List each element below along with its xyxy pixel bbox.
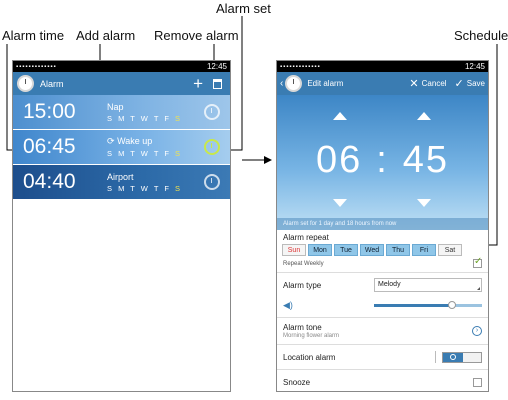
day-thu[interactable]: Thu [386, 244, 410, 256]
alarm-tone-value: Morning flower alarm [283, 333, 340, 339]
close-icon: ✕ [409, 78, 419, 90]
app-title: Alarm [40, 78, 64, 89]
status-time: 12:45 [206, 62, 227, 71]
snooze-checkbox[interactable] [473, 377, 482, 387]
callout-remove-alarm: Remove alarm [154, 28, 239, 43]
alarm-set-note: Alarm set for 1 day and 18 hours from no… [277, 218, 488, 230]
time-picker: 06:45 Alarm set for 1 day and 18 hours f… [277, 95, 488, 230]
location-toggle[interactable] [442, 351, 482, 363]
alarm-item-wake-up[interactable]: 06:45 ⟳ Wake up S M T W T F S [13, 130, 230, 165]
volume-slider[interactable] [374, 300, 482, 309]
edit-title: Edit alarm [307, 79, 344, 88]
snooze-label: Snooze [283, 377, 311, 387]
alarm-item-nap[interactable]: 15:00 Nap S M T W T F S [13, 95, 230, 130]
day-selector: Sun Mon Tue Wed Thu Fri Sat [277, 244, 488, 256]
hour-value[interactable]: 06 [316, 139, 362, 181]
hour-up-arrow-icon[interactable] [333, 112, 347, 120]
alarm-tone-label: Alarm tone [283, 323, 322, 332]
repeat-weekly-checkbox[interactable] [473, 256, 482, 268]
alarm-days: S M T W T F S [107, 183, 183, 193]
toggle-off [463, 352, 481, 362]
location-alarm-label: Location alarm [283, 352, 336, 362]
alarm-time[interactable]: 04:40 [23, 170, 107, 194]
status-bar: ▪▪▪▪▪▪▪▪▪▪▪▪▪ 12:45 [277, 61, 488, 72]
hour-down-arrow-icon[interactable] [333, 199, 347, 207]
alarm-set-icon[interactable] [204, 139, 220, 155]
repeat-weekly-label: Repeat Weekly [283, 260, 324, 267]
callout-alarm-time: Alarm time [2, 28, 65, 43]
repeat-icon: ⟳ [107, 136, 115, 146]
alarm-name: ⟳ Wake up [107, 136, 153, 146]
day-fri[interactable]: Fri [412, 244, 436, 256]
minute-up-arrow-icon[interactable] [417, 112, 431, 120]
alarm-clock-icon [17, 75, 34, 92]
day-mon[interactable]: Mon [308, 244, 332, 256]
toggle-ring-icon [450, 354, 456, 360]
notification-icons: ▪▪▪▪▪▪▪▪▪▪▪▪▪ [16, 63, 57, 70]
volume-fill [374, 303, 452, 307]
alarm-clock-icon [285, 75, 303, 92]
cancel-button[interactable]: ✕ Cancel [409, 77, 446, 90]
edit-app-bar: ‹ Edit alarm ✕ Cancel ✓ Save [277, 72, 488, 95]
chevron-right-icon[interactable]: › [472, 326, 482, 336]
alarm-type-select[interactable]: Melody [374, 278, 482, 292]
alarm-days: S M T W T F S [107, 113, 183, 123]
alarm-toggle-icon[interactable] [204, 174, 220, 190]
alarm-days: S M T W T F S [107, 149, 183, 158]
snooze-row: Snooze [277, 370, 488, 391]
trash-icon[interactable] [213, 78, 222, 89]
back-icon[interactable]: ‹ [280, 78, 283, 89]
speaker-icon: ◀) [283, 299, 293, 310]
volume-knob[interactable] [447, 300, 456, 309]
alarm-tone-row[interactable]: Alarm tone Morning flower alarm › [277, 318, 488, 344]
day-wed[interactable]: Wed [360, 244, 384, 256]
day-tue[interactable]: Tue [334, 244, 358, 256]
minute-value[interactable]: 45 [403, 139, 449, 181]
separator [435, 351, 436, 363]
alarm-app-bar: Alarm + [13, 72, 230, 95]
alarm-toggle-icon[interactable] [204, 104, 220, 120]
day-sat[interactable]: Sat [438, 244, 462, 256]
alarm-list-screen: ▪▪▪▪▪▪▪▪▪▪▪▪▪ 12:45 Alarm + 15:00 Nap S … [12, 60, 231, 392]
repeat-weekly-row: Repeat Weekly [277, 256, 488, 268]
check-icon: ✓ [454, 78, 464, 90]
status-bar: ▪▪▪▪▪▪▪▪▪▪▪▪▪ 12:45 [13, 61, 230, 72]
alarm-repeat-label: Alarm repeat [283, 233, 329, 242]
alarm-time[interactable]: 15:00 [23, 100, 107, 124]
toggle-on [443, 352, 463, 362]
edit-alarm-screen: ▪▪▪▪▪▪▪▪▪▪▪▪▪ 12:45 ‹ Edit alarm ✕ Cancel… [276, 60, 489, 392]
minute-down-arrow-icon[interactable] [417, 199, 431, 207]
location-alarm-row: Location alarm [277, 345, 488, 369]
volume-row: ◀) [277, 297, 488, 313]
save-button[interactable]: ✓ Save [455, 77, 485, 90]
alarm-item-airport[interactable]: 04:40 Airport S M T W T F S [13, 165, 230, 200]
alarm-type-row: Alarm type Melody [277, 273, 488, 297]
status-time: 12:45 [464, 62, 485, 71]
alarm-type-label: Alarm type [283, 280, 322, 290]
alarm-name: Airport [107, 171, 134, 182]
time-display: 06:45 [277, 139, 488, 182]
notification-icons: ▪▪▪▪▪▪▪▪▪▪▪▪▪ [280, 63, 321, 70]
alarm-time[interactable]: 06:45 [23, 135, 107, 159]
callout-add-alarm: Add alarm [76, 28, 136, 43]
callout-alarm-set: Alarm set [216, 1, 271, 16]
add-alarm-button[interactable]: + [193, 75, 203, 92]
day-sun[interactable]: Sun [282, 244, 306, 256]
callout-schedule: Schedule [454, 28, 508, 43]
time-colon: : [376, 139, 389, 181]
alarm-name: Nap [107, 101, 124, 112]
